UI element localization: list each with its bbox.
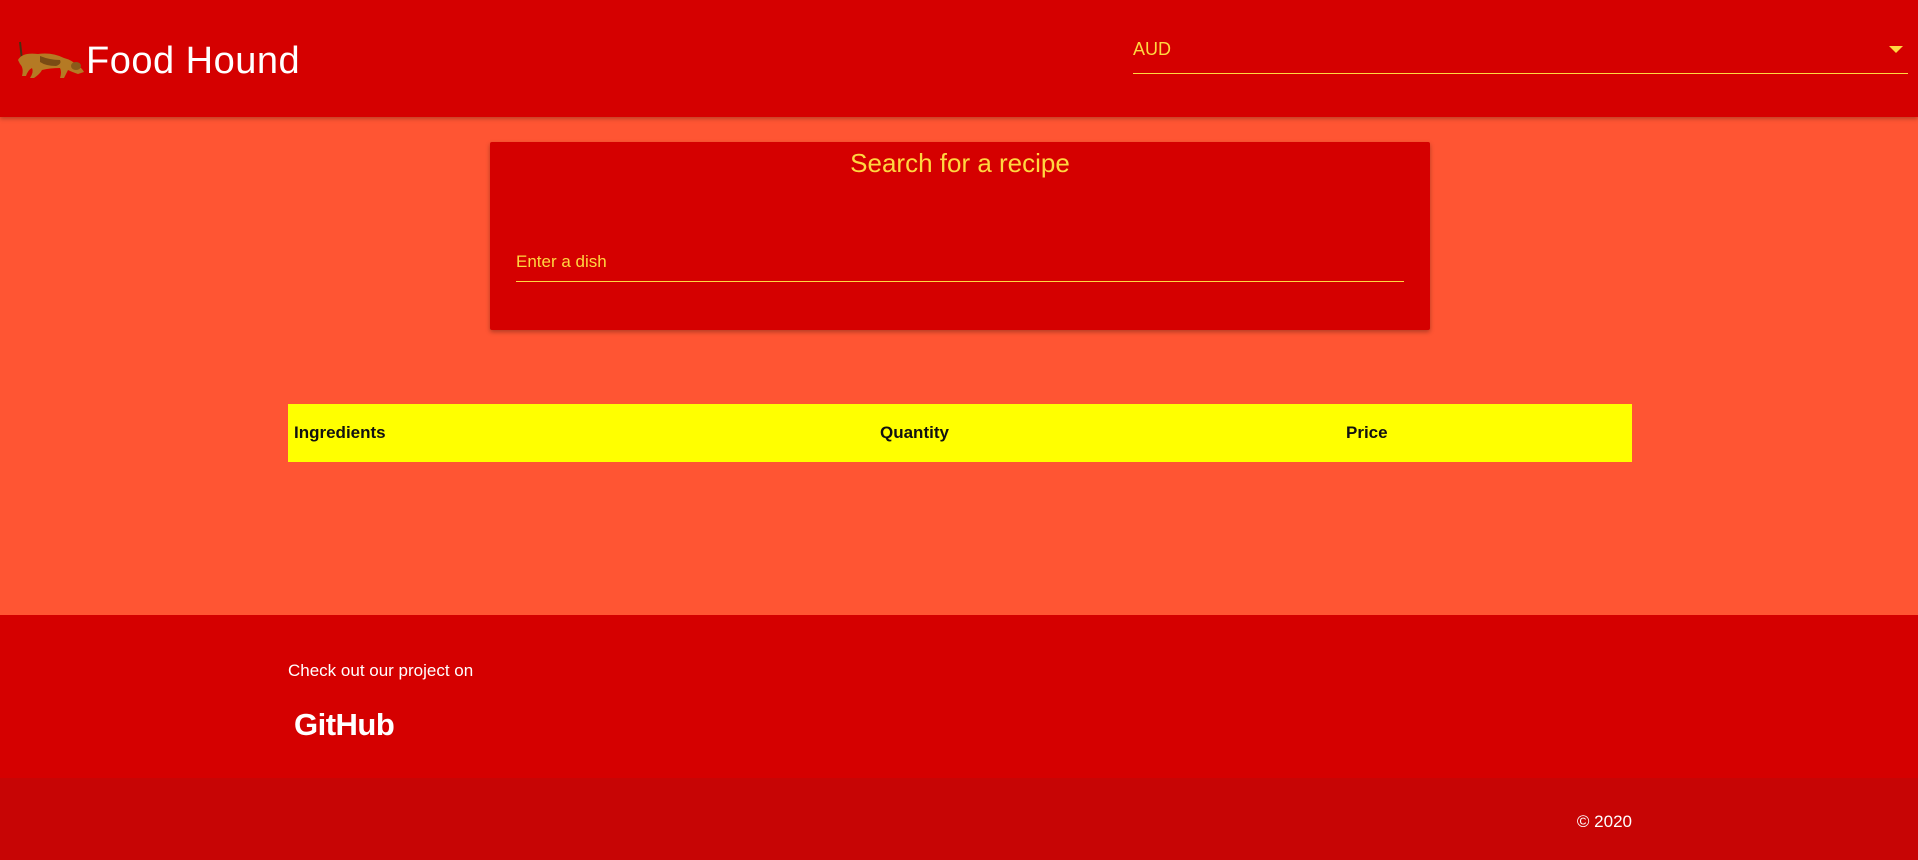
- search-card-title: Search for a recipe: [850, 148, 1070, 178]
- footer-text: Check out our project on: [288, 661, 474, 680]
- github-link[interactable]: GitHub: [294, 707, 395, 743]
- currency-select[interactable]: AUD: [1133, 30, 1908, 74]
- ingredients-table: Ingredients Quantity Price: [288, 404, 1632, 462]
- column-header-quantity: Quantity: [880, 423, 949, 442]
- copyright-bar: © 2020: [0, 778, 1918, 860]
- dish-search-input[interactable]: [516, 242, 1404, 282]
- column-header-price: Price: [1346, 423, 1388, 442]
- search-card: Search for a recipe: [490, 142, 1430, 330]
- brand-title: Food Hound: [86, 39, 301, 82]
- column-header-ingredients: Ingredients: [294, 423, 386, 442]
- dropdown-caret-icon[interactable]: [1889, 46, 1903, 53]
- currency-selected-value: AUD: [1133, 39, 1172, 59]
- table-header-row: Ingredients Quantity Price: [288, 404, 1632, 462]
- dog-icon: [18, 41, 84, 78]
- ingredients-table-grid: Ingredients Quantity Price: [288, 404, 1632, 462]
- copyright-text: © 2020: [1576, 812, 1632, 831]
- brand-link[interactable]: Food Hound: [12, 26, 300, 96]
- footer: Check out our project on GitHub: [0, 615, 1918, 778]
- navbar: Food Hound AUD: [0, 0, 1918, 117]
